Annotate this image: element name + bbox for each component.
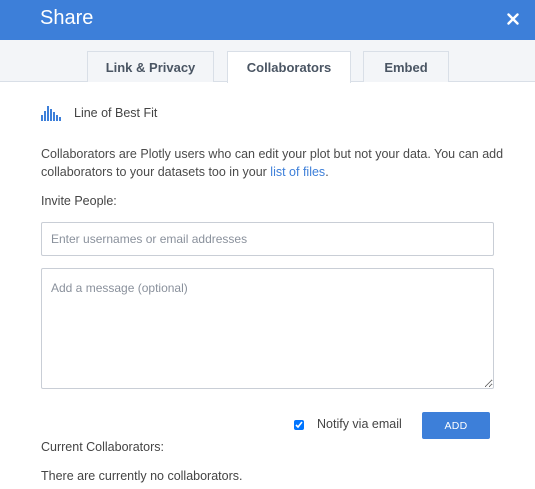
current-collaborators-label: Current Collaborators:	[41, 440, 164, 454]
notify-checkbox[interactable]	[294, 420, 304, 430]
tab-collaborators[interactable]: Collaborators	[227, 51, 351, 83]
add-button[interactable]: ADD	[422, 412, 490, 439]
close-icon	[507, 13, 519, 25]
bar-chart-icon	[41, 106, 61, 121]
plot-reference: Line of Best Fit	[41, 104, 157, 122]
collaborators-description: Collaborators are Plotly users who can e…	[41, 146, 511, 181]
invite-people-label: Invite People:	[41, 194, 117, 208]
dialog-title: Share	[40, 7, 94, 29]
description-suffix: .	[325, 164, 329, 179]
message-textarea[interactable]	[41, 268, 494, 389]
tab-bar: Link & Privacy Collaborators Embed	[0, 40, 535, 83]
share-dialog-header: Share	[0, 0, 535, 40]
no-collaborators-text: There are currently no collaborators.	[41, 469, 243, 483]
tab-embed[interactable]: Embed	[363, 51, 449, 82]
close-button[interactable]	[503, 9, 523, 29]
tab-link-privacy[interactable]: Link & Privacy	[87, 51, 214, 82]
plot-name: Line of Best Fit	[74, 106, 158, 120]
list-of-files-link[interactable]: list of files	[270, 165, 325, 179]
usernames-input[interactable]	[41, 222, 494, 256]
notify-label[interactable]: Notify via email	[317, 417, 402, 431]
